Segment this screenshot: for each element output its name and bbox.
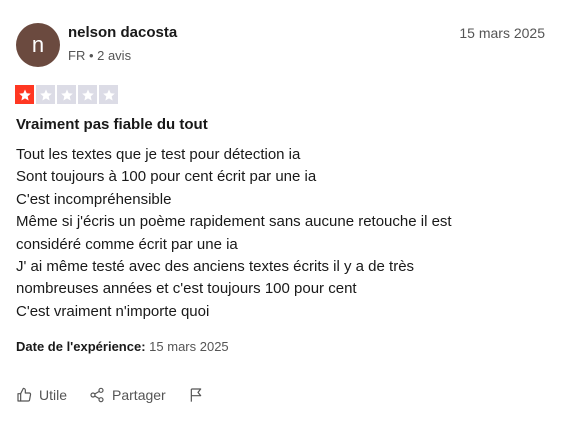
- reviewer-meta: FR • 2 avis: [68, 48, 132, 63]
- review-line: considéré comme écrit par une ia: [16, 235, 238, 253]
- review-line: Même si j'écris un poème rapidement sans…: [16, 213, 452, 231]
- share-button[interactable]: Partager: [89, 387, 166, 403]
- star-icon-5: [99, 85, 118, 104]
- review-body: Tout les textes que je test pour détecti…: [16, 144, 536, 323]
- experience-value: 15 mars 2025: [149, 339, 229, 354]
- avatar[interactable]: n: [16, 23, 60, 67]
- experience-date: Date de l'expérience: 15 mars 2025: [16, 339, 229, 354]
- review-line: C'est incompréhensible: [16, 190, 172, 208]
- review-line: J' ai même testé avec des anciens textes…: [16, 258, 415, 276]
- share-label: Partager: [112, 387, 166, 403]
- reviewer-name[interactable]: nelson dacosta: [68, 24, 177, 41]
- report-button[interactable]: [188, 387, 204, 403]
- flag-icon: [190, 388, 201, 402]
- review-title[interactable]: Vraiment pas fiable du tout: [16, 116, 208, 133]
- useful-button[interactable]: Utile: [16, 387, 67, 403]
- review-actions: Utile Partager: [16, 387, 226, 403]
- review-line: C'est vraiment n'importe quoi: [16, 302, 210, 320]
- star-rating: [15, 85, 118, 104]
- star-icon-2: [36, 85, 55, 104]
- star-icon-3: [57, 85, 76, 104]
- useful-label: Utile: [39, 387, 68, 403]
- review-line: nombreuses années et c'est toujours 100 …: [16, 280, 357, 298]
- experience-label: Date de l'expérience:: [16, 339, 146, 354]
- star-icon-4: [78, 85, 97, 104]
- share-icon: [90, 387, 104, 403]
- review-line: Sont toujours à 100 pour cent écrit par …: [16, 168, 317, 186]
- review-card: n nelson dacosta FR • 2 avis 15 mars 202…: [0, 0, 576, 423]
- review-date: 15 mars 2025: [459, 25, 545, 41]
- review-line: Tout les textes que je test pour détecti…: [16, 146, 301, 163]
- thumbs-up-icon: [17, 387, 32, 402]
- star-icon-1: [15, 85, 34, 104]
